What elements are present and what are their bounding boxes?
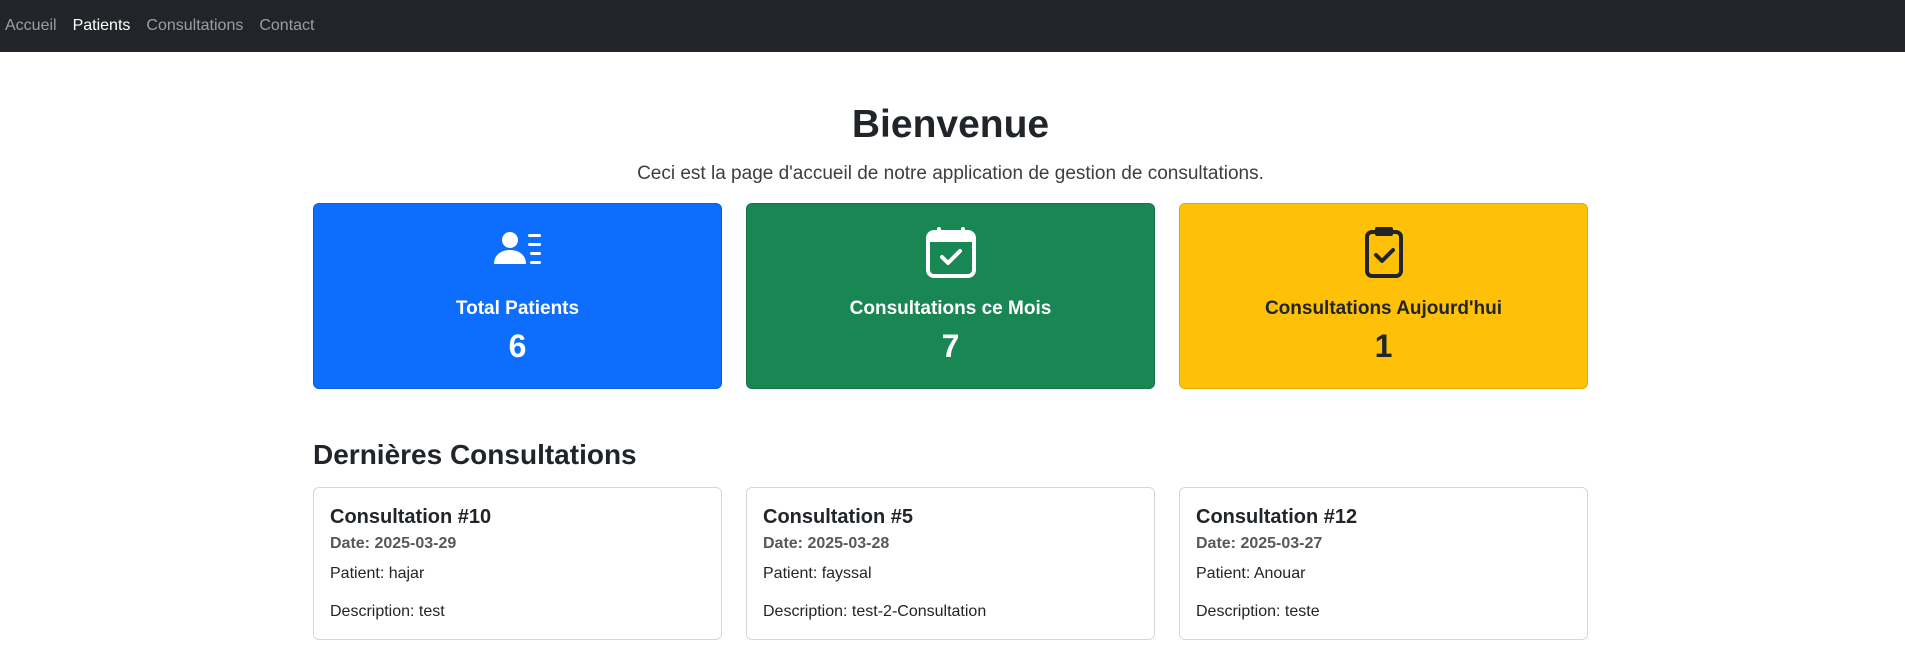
recent-consultations-title: Dernières Consultations (313, 438, 637, 470)
consultation-date: Date: 2025-03-29 (330, 534, 457, 552)
consultation-card[interactable]: Consultation #12 Date: 2025-03-27 Patien… (1179, 486, 1588, 640)
consultation-title: Consultation #10 (330, 505, 492, 528)
nav-link-accueil[interactable]: Accueil (5, 17, 57, 35)
page-subtitle: Ceci est la page d'accueil de notre appl… (637, 162, 1264, 184)
person-lines-icon (493, 231, 541, 264)
clipboard-check-icon (1364, 226, 1403, 278)
stats-row: Total Patients 6 Consultations ce Mois 7… (313, 202, 1588, 389)
nav-link-consultations[interactable]: Consultations (146, 17, 243, 35)
consultation-description: Description: test (330, 602, 445, 620)
page-title: Bienvenue (851, 103, 1050, 146)
consultation-description: Description: test-2-Consultation (763, 602, 987, 620)
consultation-card[interactable]: Consultation #10 Date: 2025-03-29 Patien… (313, 486, 722, 640)
recent-consultations-list: Consultation #10 Date: 2025-03-29 Patien… (313, 486, 1588, 640)
nav-link-contact[interactable]: Contact (259, 17, 314, 35)
consultation-card[interactable]: Consultation #5 Date: 2025-03-28 Patient… (746, 486, 1155, 640)
stat-card-total-patients: Total Patients 6 (313, 202, 722, 389)
consultation-patient: Patient: hajar (330, 564, 425, 582)
nav-link-patients[interactable]: Patients (73, 17, 131, 35)
consultation-date: Date: 2025-03-28 (763, 534, 890, 552)
consultation-patient: Patient: fayssal (763, 564, 872, 582)
stat-card-consultations-month: Consultations ce Mois 7 (746, 202, 1155, 389)
hero-section: Bienvenue Ceci est la page d'accueil de … (313, 52, 1588, 185)
calendar-check-icon (925, 226, 976, 278)
stat-card-consultations-today: Consultations Aujourd'hui 1 (1179, 202, 1588, 389)
consultation-title: Consultation #12 (1196, 505, 1358, 528)
consultation-date: Date: 2025-03-27 (1196, 534, 1323, 552)
consultation-title: Consultation #5 (763, 505, 914, 528)
consultation-description: Description: teste (1196, 602, 1320, 620)
top-navbar: Accueil Patients Consultations Contact (0, 0, 1905, 52)
stat-value: 7 (941, 327, 960, 364)
stat-label: Consultations Aujourd'hui (1264, 297, 1503, 319)
stat-value: 6 (508, 327, 527, 364)
stat-label: Consultations ce Mois (849, 297, 1052, 319)
stat-value: 1 (1374, 327, 1393, 364)
main-content: Bienvenue Ceci est la page d'accueil de … (313, 52, 1588, 640)
stat-label: Total Patients (455, 297, 580, 319)
consultation-patient: Patient: Anouar (1196, 564, 1306, 582)
